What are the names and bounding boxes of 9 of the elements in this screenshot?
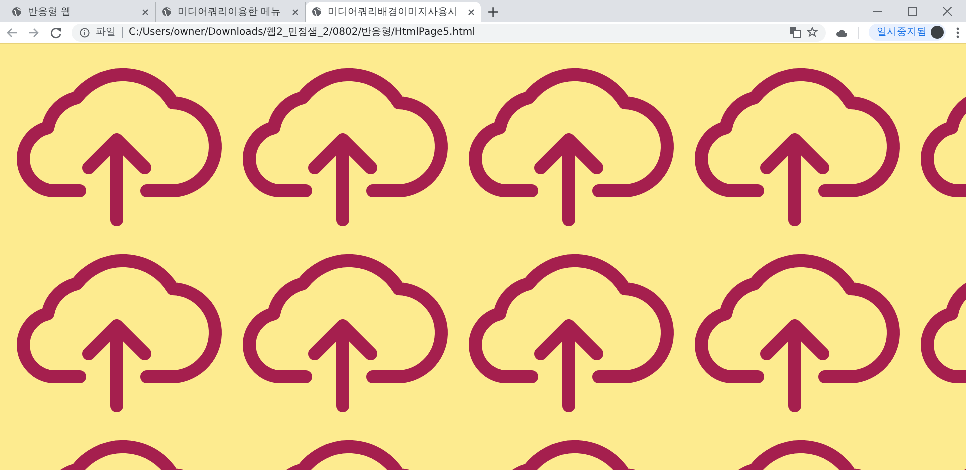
tab-title: 반응형 웹 [28, 6, 72, 20]
tab-title: 미디어쿼리배경이미지사용시 [328, 6, 459, 20]
browser-tab[interactable]: 미디어쿼리배경이미지사용시 [306, 2, 481, 22]
address-bar[interactable]: 파일 C:/Users/owner/Downloads/웹2_민정샘_2/0802/반응형/HtmlPage5.html [72, 24, 826, 42]
tab-title: 미디어쿼리이용한 메뉴 [178, 6, 282, 20]
url-text: C:/Users/owner/Downloads/웹2_민정샘_2/0802/반응형/HtmlPage5.html [129, 26, 476, 40]
new-tab-button[interactable]: + [481, 2, 506, 22]
scheme-label: 파일 [96, 26, 116, 40]
profile-button[interactable]: 일시중지됨 [869, 24, 946, 41]
